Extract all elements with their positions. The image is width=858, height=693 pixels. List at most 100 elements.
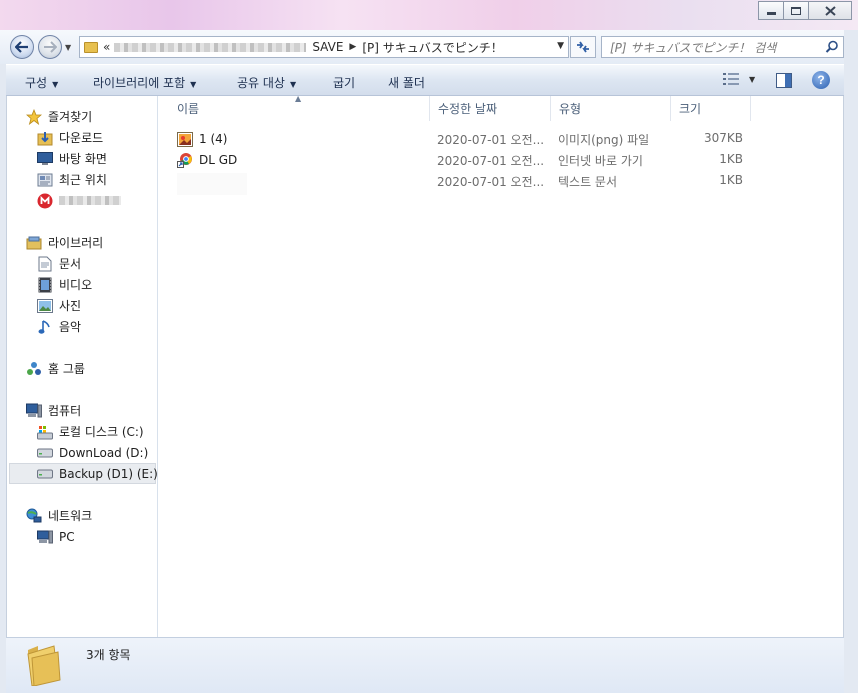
- column-name-label: 이름: [177, 102, 200, 116]
- documents-icon: [37, 256, 53, 272]
- command-bar: 구성 ▼ 라이브러리에 포함 ▼ 공유 대상 ▼ 굽기 새 폴더 ▼ ?: [6, 64, 844, 96]
- maximize-button[interactable]: [783, 1, 809, 20]
- nav-item-label: 음악: [59, 320, 82, 334]
- nav-item-backup-e[interactable]: Backup (D1) (E:): [9, 463, 158, 484]
- file-name: DL GD: [199, 153, 238, 167]
- breadcrumb-current[interactable]: [P] サキュバスでピンチ！: [362, 39, 502, 56]
- search-icon[interactable]: [825, 40, 839, 54]
- nav-item-desktop[interactable]: 바탕 화면: [7, 148, 157, 169]
- internet-shortcut-icon: [177, 152, 193, 168]
- breadcrumb-separator-icon[interactable]: ▶: [349, 42, 356, 52]
- chevron-down-icon: ▼: [190, 80, 197, 89]
- include-library-label: 라이브러리에 포함: [93, 76, 186, 90]
- maximize-icon: [791, 6, 801, 15]
- download-folder-icon: [37, 130, 53, 146]
- back-button[interactable]: [10, 35, 34, 59]
- burn-button[interactable]: 굽기: [333, 74, 355, 91]
- nav-libraries-label: 라이브러리: [48, 236, 104, 250]
- column-header-type[interactable]: 유형: [551, 96, 671, 121]
- organize-menu[interactable]: 구성 ▼: [25, 74, 58, 91]
- new-folder-button[interactable]: 새 폴더: [388, 74, 425, 91]
- nav-favorites[interactable]: 즐겨찾기: [7, 106, 157, 127]
- breadcrumb-overflow[interactable]: «: [103, 40, 110, 54]
- nav-libraries[interactable]: 라이브러리: [7, 232, 157, 253]
- homegroup-icon: [26, 361, 42, 377]
- help-icon[interactable]: ?: [812, 71, 830, 89]
- minimize-icon: [766, 12, 776, 15]
- nav-item-music[interactable]: 음악: [7, 316, 157, 337]
- column-modified-label: 수정한 날짜: [438, 102, 498, 116]
- refresh-button[interactable]: [570, 36, 596, 58]
- nav-item-pc[interactable]: PC: [7, 526, 157, 547]
- network-icon: [26, 508, 42, 524]
- nav-item-documents[interactable]: 문서: [7, 253, 157, 274]
- column-header-size[interactable]: 크기: [671, 96, 751, 121]
- file-type: 인터넷 바로 가기: [558, 154, 643, 168]
- back-arrow-icon: [15, 41, 28, 53]
- redacted-label: [59, 196, 121, 205]
- file-type: 텍스트 문서: [558, 175, 618, 189]
- preview-pane-icon[interactable]: [776, 73, 792, 88]
- libraries-icon: [26, 235, 42, 251]
- nav-favorites-label: 즐겨찾기: [48, 110, 93, 124]
- address-bar[interactable]: « SAVE ▶ [P] サキュバスでピンチ！ ▼: [79, 36, 569, 58]
- chevron-down-icon: ▼: [289, 80, 297, 89]
- refresh-icon: [577, 41, 589, 53]
- nav-homegroup[interactable]: 홈 그룹: [7, 358, 157, 379]
- nav-item-pictures[interactable]: 사진: [7, 295, 157, 316]
- local-disk-icon: [37, 424, 53, 440]
- file-size: 1KB: [719, 173, 743, 187]
- drive-icon: [37, 466, 53, 482]
- view-dropdown-icon[interactable]: ▼: [749, 75, 755, 84]
- nav-item-label: Backup (D1) (E:): [59, 466, 158, 481]
- column-type-label: 유형: [559, 102, 582, 116]
- recent-pages-dropdown-icon[interactable]: ▼: [65, 43, 71, 52]
- png-image-icon: [177, 131, 193, 147]
- file-type: 이미지(png) 파일: [558, 133, 650, 147]
- nav-item-label: DownLoad (D:): [59, 445, 149, 460]
- change-view-button[interactable]: ▼: [723, 73, 755, 85]
- nav-item-redacted[interactable]: [7, 190, 157, 211]
- file-size: 1KB: [719, 152, 743, 166]
- nav-item-downloads[interactable]: 다운로드: [7, 127, 157, 148]
- navigation-pane: 즐겨찾기 다운로드 바탕 화면 최근 위치 라이브러리 문서 비디오 사진 음악…: [7, 96, 158, 637]
- nav-item-download-d[interactable]: DownLoad (D:): [7, 442, 157, 463]
- nav-item-label: 사진: [59, 299, 82, 313]
- file-row[interactable]: DL GD 2020-07-01 오전... 인터넷 바로 가기 1KB: [169, 149, 749, 169]
- file-row[interactable]: 1 (4) 2020-07-01 오전... 이미지(png) 파일 307KB: [169, 128, 749, 148]
- nav-item-recent-places[interactable]: 최근 위치: [7, 169, 157, 190]
- search-placeholder: [P] サキュバスでピンチ！ 검색: [610, 40, 777, 55]
- nav-computer[interactable]: 컴퓨터: [7, 400, 157, 421]
- file-list: ▲ 이름 수정한 날짜 유형 크기 1 (4) 2020-07-01 오전...…: [159, 94, 844, 637]
- column-header-modified[interactable]: 수정한 날짜: [430, 96, 551, 121]
- file-modified: 2020-07-01 오전...: [437, 175, 545, 189]
- nav-item-label: 비디오: [59, 278, 93, 292]
- nav-network[interactable]: 네트워크: [7, 505, 157, 526]
- redacted-path: [114, 42, 307, 52]
- folder-icon: [84, 41, 98, 53]
- nav-item-label: 최근 위치: [59, 173, 107, 187]
- forward-button[interactable]: [38, 35, 62, 59]
- search-field[interactable]: [P] サキュバスでピンチ！ 검색: [601, 36, 844, 58]
- close-button[interactable]: [808, 1, 852, 20]
- chevron-down-icon: ▼: [52, 80, 59, 89]
- mega-logo-icon: [37, 193, 53, 209]
- breadcrumb-save[interactable]: SAVE: [312, 40, 343, 54]
- minimize-button[interactable]: [758, 1, 784, 20]
- videos-icon: [37, 277, 53, 293]
- window-controls: [758, 1, 852, 20]
- column-size-label: 크기: [679, 102, 702, 116]
- forward-arrow-icon: [44, 41, 57, 53]
- nav-item-label: 문서: [59, 257, 82, 271]
- address-dropdown-icon[interactable]: ▼: [557, 41, 564, 51]
- include-library-menu[interactable]: 라이브러리에 포함 ▼: [93, 74, 196, 91]
- title-bar: [0, 0, 858, 30]
- share-with-menu[interactable]: 공유 대상 ▼: [237, 74, 296, 91]
- details-pane: 3개 항목: [6, 637, 844, 693]
- file-name-cell: DL GD: [177, 152, 237, 168]
- nav-item-videos[interactable]: 비디오: [7, 274, 157, 295]
- file-row[interactable]: 2020-07-01 오전... 텍스트 문서 1KB: [169, 170, 749, 195]
- file-modified: 2020-07-01 오전...: [437, 133, 545, 147]
- nav-item-local-disk-c[interactable]: 로컬 디스크 (C:): [7, 421, 157, 442]
- column-header-name[interactable]: 이름: [169, 96, 430, 121]
